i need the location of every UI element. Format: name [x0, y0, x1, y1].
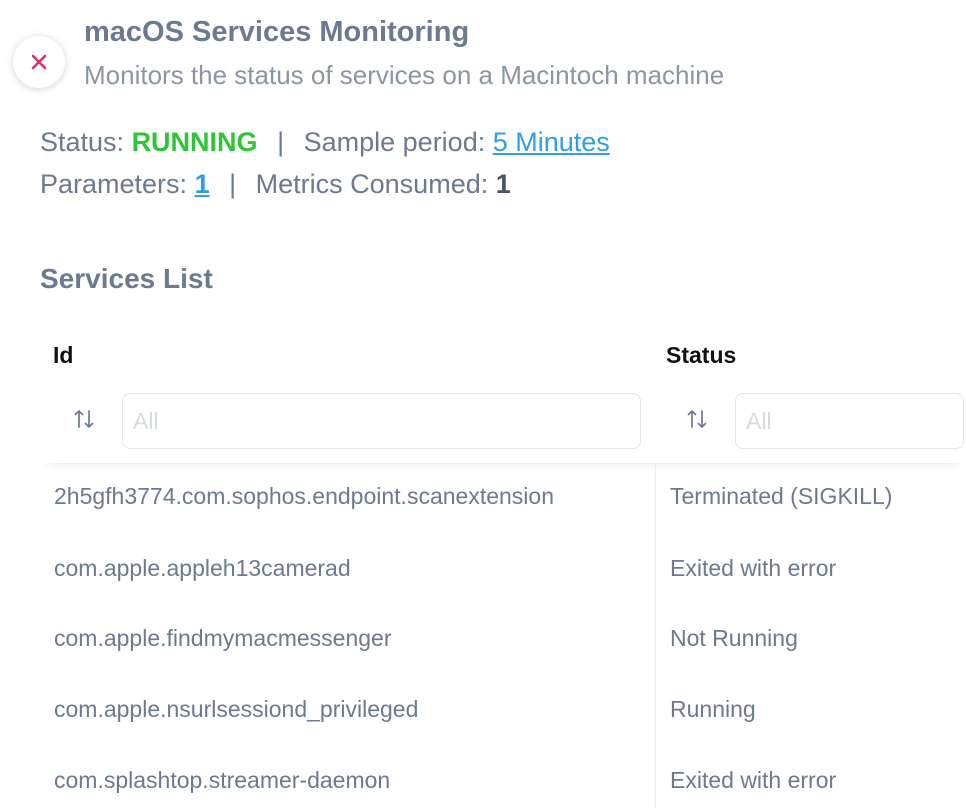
status-badge: RUNNING — [131, 127, 258, 157]
metrics-consumed-label: Metrics Consumed: — [255, 169, 489, 199]
service-id-cell: 2h5gfh3774.com.sophos.endpoint.scanexten… — [54, 483, 554, 509]
table-row[interactable]: 2h5gfh3774.com.sophos.endpoint.scanexten… — [40, 463, 966, 533]
column-header-id[interactable]: Id — [53, 342, 73, 369]
service-status-cell: Running — [670, 696, 756, 722]
table-row[interactable]: com.apple.appleh13camerad Exited with er… — [40, 535, 966, 605]
page-subtitle: Monitors the status of services on a Mac… — [84, 60, 725, 90]
table-row[interactable]: com.apple.nsurlsessiond_privileged Runni… — [40, 676, 966, 746]
service-status-cell: Exited with error — [670, 767, 837, 793]
column-header-status[interactable]: Status — [666, 342, 736, 369]
sort-arrows-icon[interactable] — [69, 404, 99, 434]
sample-period-label: Sample period: — [303, 127, 486, 157]
parameters-label: Parameters: — [40, 169, 188, 199]
service-status-cell: Exited with error — [670, 555, 837, 581]
service-detail-panel: macOS Services Monitoring Monitors the s… — [0, 0, 966, 808]
sort-arrows-icon[interactable] — [682, 404, 712, 434]
sample-period-link[interactable]: 5 Minutes — [493, 127, 610, 157]
service-status-cell: Not Running — [670, 625, 798, 651]
status-filter-input[interactable] — [735, 393, 964, 449]
close-icon — [31, 54, 47, 70]
metrics-consumed-value: 1 — [495, 169, 511, 199]
services-list-title: Services List — [40, 263, 213, 294]
service-status-cell: Terminated (SIGKILL) — [670, 483, 893, 509]
service-id-cell: com.apple.appleh13camerad — [54, 555, 351, 581]
separator: | — [277, 127, 285, 157]
status-line: Status: RUNNING | Sample period: 5 Minut… — [40, 127, 610, 158]
table-row[interactable]: com.splashtop.streamer-daemon Exited wit… — [40, 747, 966, 808]
table-header: Id Status — [40, 330, 966, 463]
parameters-line: Parameters: 1 | Metrics Consumed: 1 — [40, 169, 511, 200]
service-id-cell: com.apple.findmymacmessenger — [54, 625, 392, 651]
service-id-cell: com.apple.nsurlsessiond_privileged — [54, 696, 419, 722]
table-row[interactable]: com.apple.findmymacmessenger Not Running — [40, 605, 966, 675]
parameters-link[interactable]: 1 — [195, 169, 210, 199]
close-button[interactable] — [13, 36, 65, 88]
separator: | — [229, 169, 237, 199]
id-filter-input[interactable] — [122, 393, 641, 449]
status-label: Status: — [40, 127, 125, 157]
service-id-cell: com.splashtop.streamer-daemon — [54, 767, 391, 793]
page-title: macOS Services Monitoring — [84, 16, 470, 48]
